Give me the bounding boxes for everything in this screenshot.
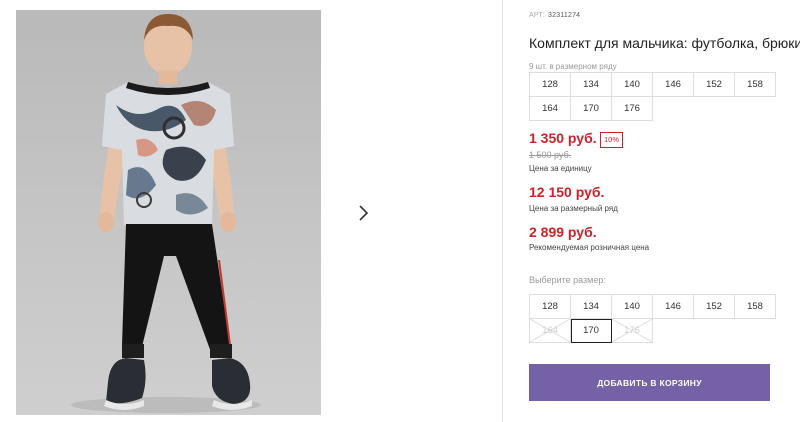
size-row-cell: 170	[571, 97, 612, 121]
unit-price: 1 350 руб.	[529, 130, 597, 146]
size-row-note: 9 шт. в размерном ряду	[529, 62, 617, 71]
size-row-cell: 158	[735, 73, 776, 97]
choose-size-label: Выберите размер:	[529, 275, 606, 285]
size-row-grid: 128 134 140 146 152 158 164 170 176	[529, 72, 776, 121]
size-row-cell: 128	[530, 73, 571, 97]
size-option[interactable]: 140	[612, 295, 653, 319]
old-price: 1 500 руб.	[529, 150, 572, 160]
size-row-cell: 146	[653, 73, 694, 97]
size-row-price-label: Цена за размерный ряд	[529, 204, 618, 213]
size-option-unavailable: 176	[612, 319, 653, 343]
size-option-label: 176	[624, 325, 640, 336]
size-option-unavailable: 164	[530, 319, 571, 343]
size-option[interactable]: 128	[530, 295, 571, 319]
unit-price-label: Цена за единицу	[529, 164, 592, 173]
chevron-right-icon	[359, 205, 369, 221]
size-option-selected[interactable]: 170	[571, 319, 612, 343]
retail-price: 2 899 руб.	[529, 224, 597, 240]
next-image-button[interactable]	[344, 194, 382, 232]
size-option[interactable]: 158	[735, 295, 776, 319]
retail-price-label: Рекомендуемая розничная цена	[529, 243, 650, 252]
size-row-cell: 134	[571, 73, 612, 97]
size-row-cell: 152	[694, 73, 735, 97]
product-gallery	[0, 0, 503, 422]
size-picker: 128 134 140 146 152 158 164 170 176	[529, 294, 776, 343]
article-label: АРТ:	[529, 12, 546, 19]
size-option-label: 164	[542, 325, 558, 336]
size-row-cell: 140	[612, 73, 653, 97]
boy-outfit-illustration	[71, 14, 261, 413]
size-option[interactable]: 134	[571, 295, 612, 319]
size-row-price: 12 150 руб.	[529, 184, 605, 200]
product-photo[interactable]	[16, 10, 321, 415]
discount-badge: 10%	[600, 132, 624, 148]
size-row-cell: 164	[530, 97, 571, 121]
product-title: Комплект для мальчика: футболка, брюки	[529, 35, 800, 51]
article-number: АРТ: 32311274	[529, 12, 580, 19]
add-to-cart-button[interactable]: ДОБАВИТЬ В КОРЗИНУ	[529, 364, 770, 401]
article-value: 32311274	[548, 12, 581, 19]
size-option[interactable]: 152	[694, 295, 735, 319]
size-option[interactable]: 146	[653, 295, 694, 319]
size-row-cell: 176	[612, 97, 653, 121]
